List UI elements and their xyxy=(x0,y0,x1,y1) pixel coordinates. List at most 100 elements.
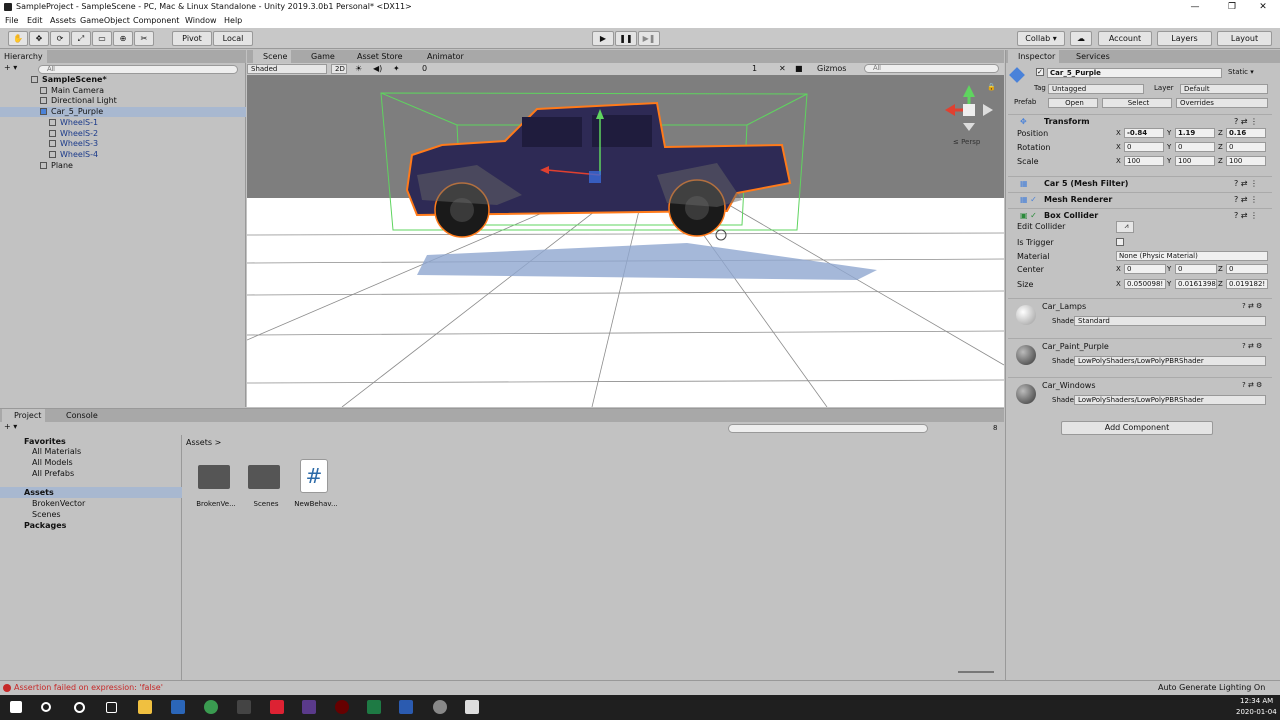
local-toggle[interactable]: Local xyxy=(213,31,253,46)
project-search-input[interactable] xyxy=(728,424,928,433)
scene-viewport[interactable] xyxy=(247,75,1004,407)
hierarchy-row[interactable]: WheelS-2 xyxy=(0,129,246,139)
transform-menu-icon[interactable]: ? ⇄ ⋮ xyxy=(1234,115,1258,129)
hierarchy-create-button[interactable]: + ▾ xyxy=(4,63,17,72)
move-tool-button[interactable]: ✥ xyxy=(29,31,49,46)
menu-assets[interactable]: Assets xyxy=(50,16,76,25)
layers-dropdown[interactable]: Layers xyxy=(1157,31,1212,46)
tab-inspector[interactable]: Inspector xyxy=(1008,50,1060,63)
menu-window[interactable]: Window xyxy=(185,16,217,25)
collider-size-x-field[interactable]: 0.050098! xyxy=(1124,279,1166,289)
cortana-icon[interactable] xyxy=(74,702,85,713)
object-name-field[interactable]: Car_5_Purple xyxy=(1047,68,1222,78)
hierarchy-row[interactable]: SampleScene* xyxy=(0,75,246,85)
asset-item[interactable]: Scenes xyxy=(246,459,286,509)
transform-header[interactable]: ✥ Transform ? ⇄ ⋮ xyxy=(1008,114,1272,129)
project-create-button[interactable]: + ▾ xyxy=(4,422,17,431)
material-field[interactable]: None (Physic Material) xyxy=(1116,251,1268,261)
collider-size-y-field[interactable]: 0.0161398 xyxy=(1175,279,1217,289)
camera-icon[interactable]: ■ xyxy=(795,64,803,73)
menu-component[interactable]: Component xyxy=(133,16,179,25)
search-icon[interactable] xyxy=(41,702,51,712)
2d-toggle[interactable]: 2D xyxy=(331,64,347,74)
mesh-renderer-header[interactable]: ▦ ✓ Mesh Renderer ? ⇄ ⋮ xyxy=(1008,192,1272,207)
app-icon-red[interactable] xyxy=(270,700,284,714)
start-icon[interactable] xyxy=(10,701,22,713)
rotation-x-field[interactable]: 0 xyxy=(1124,142,1164,152)
app-icon-blue[interactable] xyxy=(171,700,185,714)
maximize-button[interactable]: ❐ xyxy=(1215,0,1249,15)
app-icon-circle[interactable] xyxy=(433,700,447,714)
hierarchy-row[interactable]: WheelS-4 xyxy=(0,150,246,160)
mesh-filter-menu-icon[interactable]: ? ⇄ ⋮ xyxy=(1234,177,1258,191)
hierarchy-row[interactable]: Car_5_Purple xyxy=(0,107,246,118)
menu-file[interactable]: File xyxy=(5,16,18,25)
scale-z-field[interactable]: 100 xyxy=(1226,156,1266,166)
asset-item[interactable]: BrokenVe... xyxy=(196,459,236,509)
close-button[interactable]: ✕ xyxy=(1246,0,1280,15)
packages-folder[interactable]: Packages xyxy=(24,521,66,530)
audio-toggle-icon[interactable]: ◀) xyxy=(373,64,382,73)
layout-dropdown[interactable]: Layout xyxy=(1217,31,1272,46)
position-y-field[interactable]: 1.19 xyxy=(1175,128,1215,138)
tab-console[interactable]: Console xyxy=(54,409,102,422)
status-error-message[interactable]: Assertion failed on expression: 'false' xyxy=(14,683,163,692)
tab-services[interactable]: Services xyxy=(1066,50,1114,63)
unity-icon[interactable] xyxy=(465,700,479,714)
perspective-label[interactable]: ≤ Persp xyxy=(953,138,980,146)
hierarchy-row[interactable]: Main Camera xyxy=(0,86,246,96)
shader-dropdown[interactable]: Standard xyxy=(1074,316,1266,326)
shader-dropdown[interactable]: LowPolyShaders/LowPolyPBRShader xyxy=(1074,355,1266,366)
collider-center-z-field[interactable]: 0 xyxy=(1226,264,1268,274)
hierarchy-search-input[interactable] xyxy=(38,65,238,74)
tools-icon[interactable]: ✕ xyxy=(779,64,786,73)
mesh-renderer-menu-icon[interactable]: ? ⇄ ⋮ xyxy=(1234,193,1258,207)
lock-icon[interactable]: 🔒 xyxy=(987,83,996,91)
effects-toggle-icon[interactable]: ✦ xyxy=(393,64,400,73)
icon-size-slider[interactable] xyxy=(958,671,994,673)
app-icon-dark[interactable] xyxy=(237,700,251,714)
menu-gameobject[interactable]: GameObject xyxy=(80,16,130,25)
box-collider-menu-icon[interactable]: ? ⇄ ⋮ xyxy=(1234,209,1258,223)
favorite-all-models[interactable]: All Models xyxy=(32,458,73,467)
minimize-button[interactable]: — xyxy=(1178,0,1212,15)
pivot-toggle[interactable]: Pivot xyxy=(172,31,212,46)
app-icon-purple[interactable] xyxy=(302,700,316,714)
collider-center-x-field[interactable]: 0 xyxy=(1124,264,1166,274)
word-icon[interactable] xyxy=(399,700,413,714)
tab-hierarchy[interactable]: Hierarchy xyxy=(0,50,47,63)
shading-mode-dropdown[interactable]: Shaded xyxy=(247,64,327,74)
file-explorer-icon[interactable] xyxy=(138,700,152,714)
tab-asset-store[interactable]: Asset Store xyxy=(347,50,407,63)
collab-dropdown[interactable]: Collab ▾ xyxy=(1017,31,1065,46)
edit-collider-button[interactable]: ⩘ xyxy=(1116,221,1134,233)
cloud-button[interactable]: ☁ xyxy=(1070,31,1092,46)
app-icon-record[interactable] xyxy=(335,700,349,714)
mesh-filter-header[interactable]: ▦ Car 5 (Mesh Filter) ? ⇄ ⋮ xyxy=(1008,176,1272,191)
transform-tool-button[interactable]: ⊕ xyxy=(113,31,133,46)
project-breadcrumb[interactable]: Assets > xyxy=(186,438,221,447)
task-view-icon[interactable] xyxy=(106,702,117,713)
rotate-tool-button[interactable]: ⟳ xyxy=(50,31,70,46)
tab-game[interactable]: Game xyxy=(301,50,339,63)
object-active-checkbox[interactable]: ✓ xyxy=(1036,68,1044,76)
folder-scenes[interactable]: Scenes xyxy=(32,510,61,519)
favorites-header[interactable]: Favorites xyxy=(24,437,66,446)
hidden-packages-count[interactable]: 8 xyxy=(993,424,997,432)
hand-tool-button[interactable]: ✋ xyxy=(8,31,28,46)
pause-button[interactable]: ❚❚ xyxy=(615,31,637,46)
scene-search-input[interactable] xyxy=(864,64,999,73)
prefab-open-button[interactable]: Open xyxy=(1048,98,1098,108)
position-z-field[interactable]: 0.16 xyxy=(1226,128,1266,138)
prefab-overrides-dropdown[interactable]: Overrides xyxy=(1176,98,1268,108)
chrome-icon[interactable] xyxy=(204,700,218,714)
assets-folder[interactable]: Assets xyxy=(24,488,54,497)
scale-tool-button[interactable]: ⤢ xyxy=(71,31,91,46)
collider-center-y-field[interactable]: 0 xyxy=(1175,264,1217,274)
gizmos-dropdown[interactable]: Gizmos xyxy=(817,64,846,73)
favorite-all-materials[interactable]: All Materials xyxy=(32,447,81,456)
add-component-button[interactable]: Add Component xyxy=(1061,421,1213,435)
tab-scene[interactable]: Scene xyxy=(253,50,292,63)
custom-tool-button[interactable]: ✂ xyxy=(134,31,154,46)
hierarchy-row[interactable]: Plane xyxy=(0,161,246,171)
